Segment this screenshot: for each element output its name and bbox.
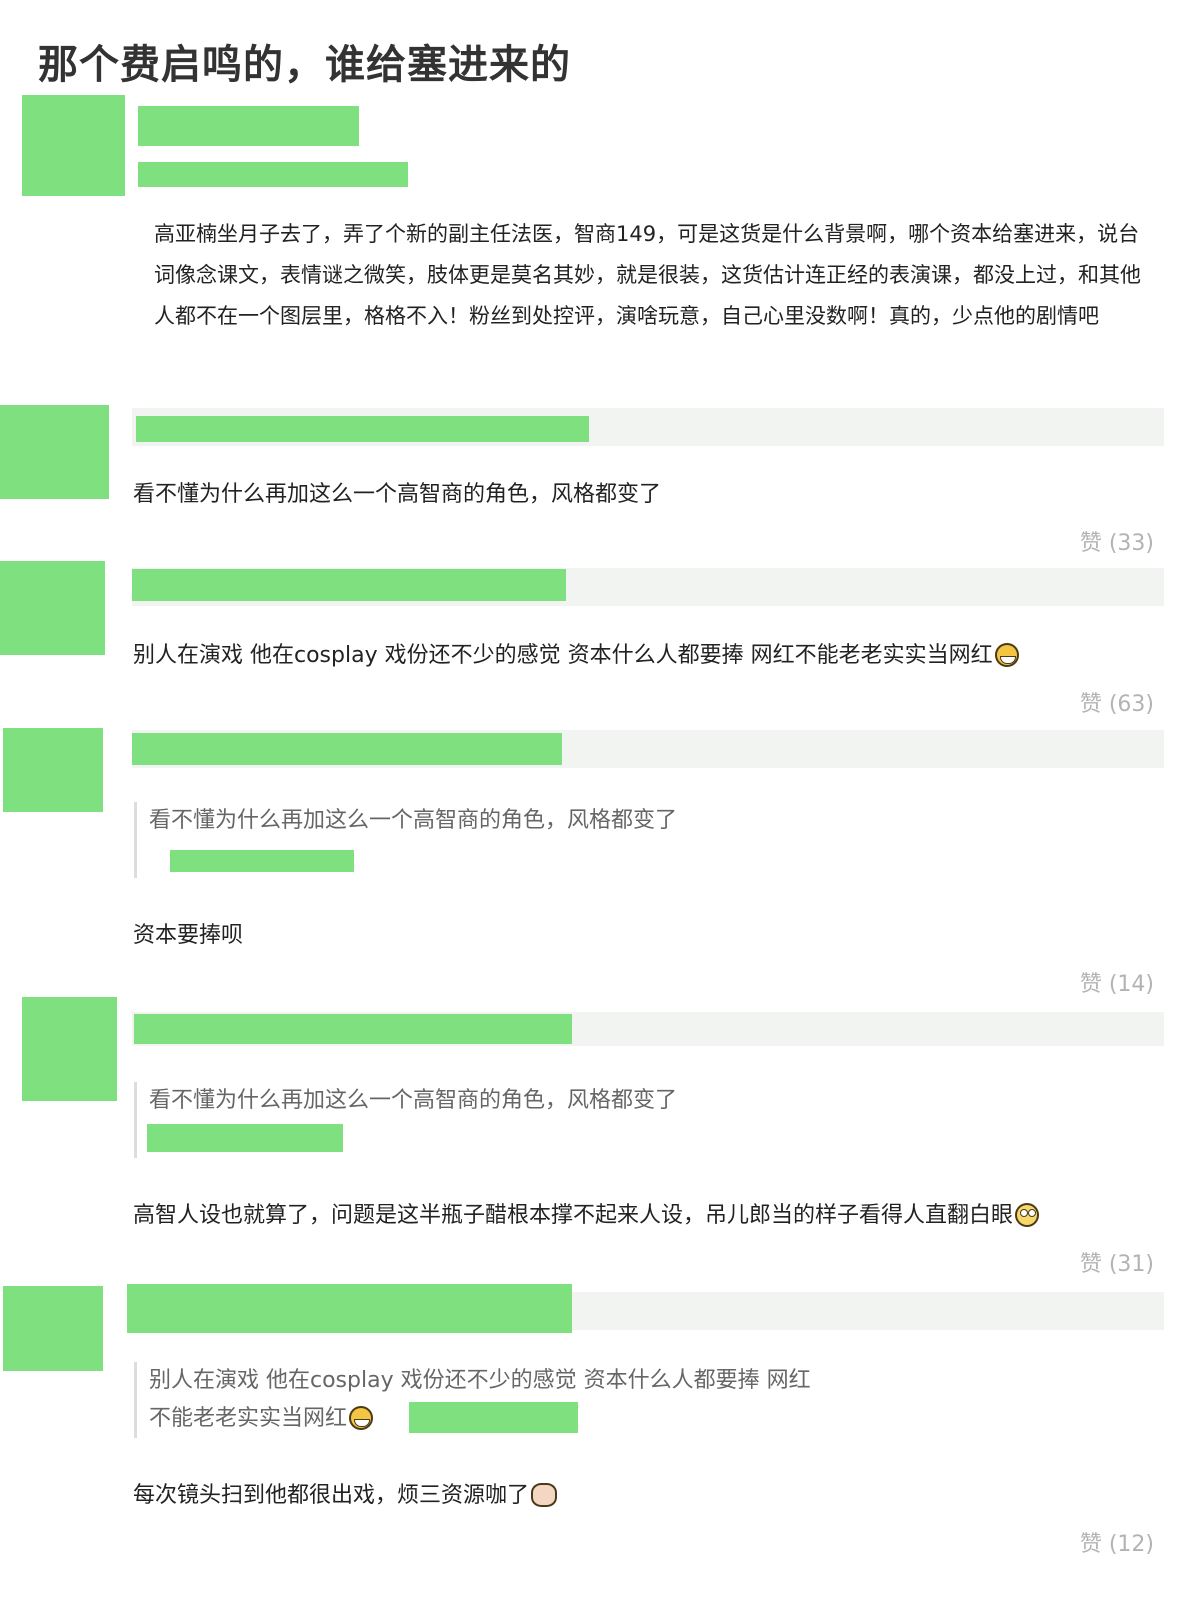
comment-avatar[interactable] [3, 728, 103, 812]
comment-text: 资本要捧呗 [133, 923, 244, 948]
quoted-text: 看不懂为什么再加这么一个高智商的角色，风格都变了 [149, 1088, 678, 1113]
quoted-author-redacted [409, 1402, 578, 1433]
grinning-sweat-emoji [349, 1406, 374, 1430]
like-button[interactable]: 赞 (12) [1080, 1526, 1154, 1558]
like-button[interactable]: 赞 (33) [1080, 525, 1154, 557]
comment-text: 看不懂为什么再加这么一个高智商的角色，风格都变了 [133, 482, 662, 507]
like-button[interactable]: 赞 (31) [1080, 1246, 1154, 1278]
comment-username-redacted[interactable] [136, 416, 589, 442]
fist-emoji [531, 1483, 558, 1507]
post-author-name-redacted[interactable] [138, 106, 359, 146]
eye-roll-emoji [1015, 1203, 1040, 1227]
quoted-text-line-1: 别人在演戏 他在cosplay 戏份还不少的感觉 资本什么人都要捧 网红 [149, 1368, 811, 1393]
comment-avatar[interactable] [22, 997, 117, 1101]
comment-text: 高智人设也就算了，问题是这半瓶子醋根本撑不起来人设，吊儿郎当的样子看得人直翻白眼 [133, 1197, 1040, 1229]
comment-username-redacted[interactable] [132, 733, 562, 765]
quoted-text-content: 不能老老实实当网红 [149, 1406, 348, 1431]
comment-username-redacted[interactable] [127, 1284, 572, 1333]
post-body: 高亚楠坐月子去了，弄了个新的副主任法医，智商149，可是这货是什么背景啊，哪个资… [154, 222, 1141, 328]
comment-text-content: 高智人设也就算了，问题是这半瓶子醋根本撑不起来人设，吊儿郎当的样子看得人直翻白眼 [133, 1203, 1014, 1228]
post-author-avatar[interactable] [22, 95, 125, 196]
comment-avatar[interactable] [0, 405, 109, 499]
comment-username-redacted[interactable] [134, 1014, 572, 1044]
grinning-sweat-emoji [994, 643, 1019, 667]
comment-avatar[interactable] [3, 1286, 103, 1371]
quoted-text: 看不懂为什么再加这么一个高智商的角色，风格都变了 [149, 808, 678, 833]
like-button[interactable]: 赞 (14) [1080, 966, 1154, 998]
page-title: 那个费启鸣的，谁给塞进来的 [38, 42, 571, 88]
comment-avatar[interactable] [0, 561, 105, 655]
post-meta-redacted [138, 162, 408, 187]
quoted-author-redacted [170, 850, 354, 872]
comment-text: 每次镜头扫到他都很出戏，烦三资源咖了 [133, 1477, 558, 1509]
quoted-author-redacted [147, 1124, 343, 1152]
like-button[interactable]: 赞 (63) [1080, 686, 1154, 718]
comment-text: 别人在演戏 他在cosplay 戏份还不少的感觉 资本什么人都要捧 网红不能老老… [133, 637, 1019, 669]
comment-text-content: 每次镜头扫到他都很出戏，烦三资源咖了 [133, 1483, 530, 1508]
comment-username-redacted[interactable] [132, 569, 566, 601]
comment-text-content: 别人在演戏 他在cosplay 戏份还不少的感觉 资本什么人都要捧 网红不能老老… [133, 643, 993, 668]
